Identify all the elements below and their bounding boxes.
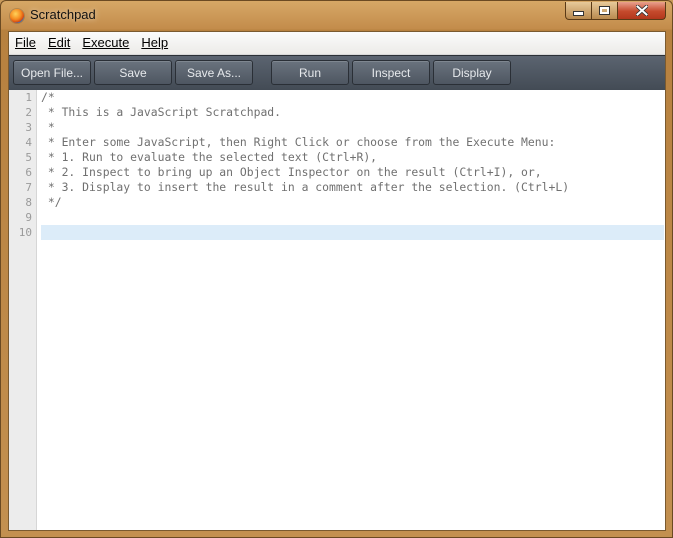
line-number: 7 (25, 181, 32, 194)
inspect-button[interactable]: Inspect (352, 60, 430, 85)
line-number: 2 (25, 106, 32, 119)
code-line: */ (41, 195, 62, 209)
line-number-gutter: 1 2 3 4 5 6 7 8 9 10 (9, 90, 37, 530)
line-number: 3 (25, 121, 32, 134)
line-number: 10 (18, 226, 32, 239)
menu-edit[interactable]: Edit (42, 32, 76, 54)
menu-edit-label: Edit (47, 35, 71, 50)
line-number: 6 (25, 166, 32, 179)
scratchpad-window: Scratchpad File Edit Execute Help Open F… (0, 0, 673, 538)
run-button[interactable]: Run (271, 60, 349, 85)
code-line: * (41, 120, 55, 134)
menu-execute[interactable]: Execute (76, 32, 135, 54)
code-line: * 2. Inspect to bring up an Object Inspe… (41, 165, 542, 179)
code-editor[interactable]: 1 2 3 4 5 6 7 8 9 10 /* * This is a Java… (9, 90, 665, 530)
display-button[interactable]: Display (433, 60, 511, 85)
line-number: 4 (25, 136, 32, 149)
menu-file[interactable]: File (9, 32, 42, 54)
active-line-highlight (41, 225, 664, 240)
firefox-icon (10, 9, 24, 23)
menu-execute-label: Execute (82, 35, 130, 50)
menu-bar: File Edit Execute Help (9, 32, 665, 55)
line-number: 1 (25, 91, 32, 104)
maximize-button[interactable] (591, 2, 618, 20)
code-line: /* (41, 90, 55, 104)
window-title: Scratchpad (30, 7, 96, 22)
minimize-icon (573, 11, 584, 16)
menu-file-label: File (15, 35, 36, 50)
menu-help[interactable]: Help (135, 32, 174, 54)
code-line: * Enter some JavaScript, then Right Clic… (41, 135, 556, 149)
title-bar[interactable]: Scratchpad (1, 1, 672, 31)
menu-help-label: Help (141, 35, 169, 50)
save-button[interactable]: Save (94, 60, 172, 85)
line-number: 9 (25, 211, 32, 224)
client-area: File Edit Execute Help Open File... Save… (8, 31, 666, 531)
toolbar: Open File... Save Save As... Run Inspect… (9, 55, 665, 91)
line-number: 5 (25, 151, 32, 164)
code-line: * 3. Display to insert the result in a c… (41, 180, 570, 194)
open-file-button[interactable]: Open File... (13, 60, 91, 85)
line-number: 8 (25, 196, 32, 209)
close-icon (635, 5, 648, 16)
close-button[interactable] (617, 2, 666, 20)
minimize-button[interactable] (565, 2, 592, 20)
code-line: * 1. Run to evaluate the selected text (… (41, 150, 378, 164)
save-as-button[interactable]: Save As... (175, 60, 253, 85)
maximize-icon (599, 6, 610, 15)
code-line: * This is a JavaScript Scratchpad. (41, 105, 282, 119)
